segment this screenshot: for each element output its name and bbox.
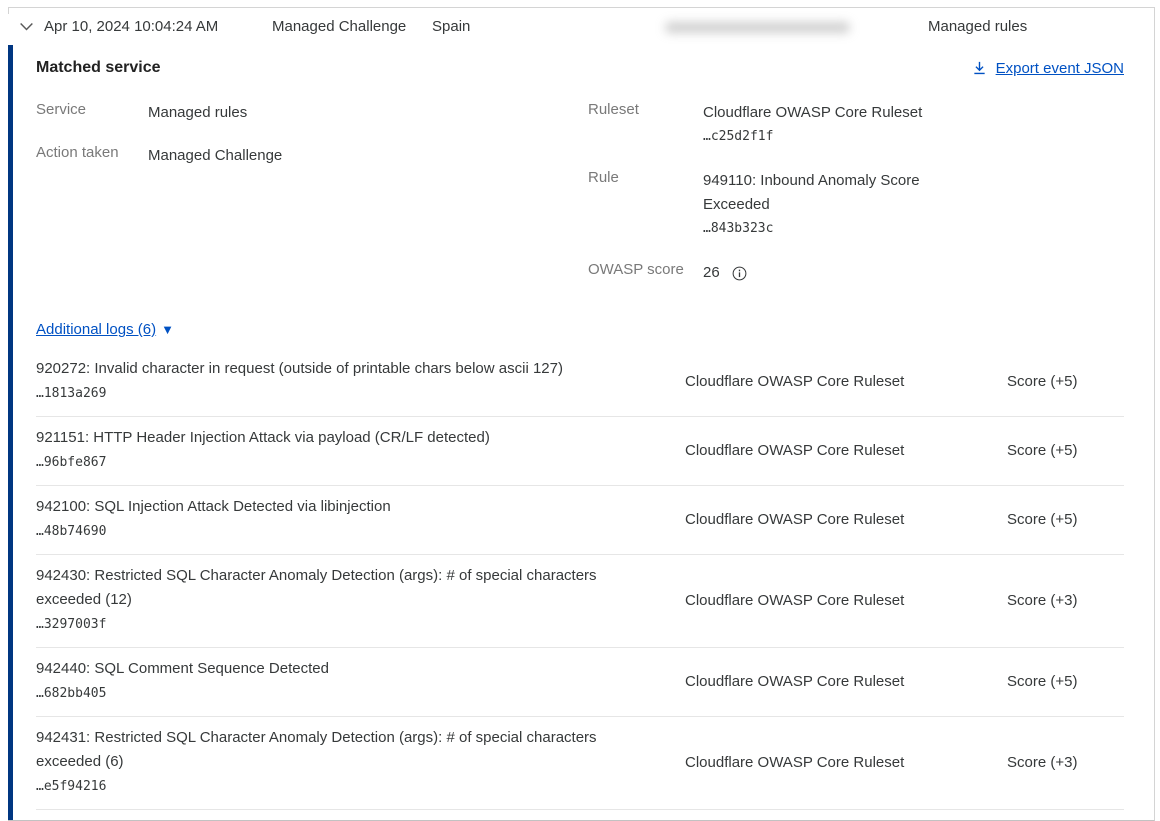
- log-ruleset-name: Cloudflare OWASP Core Ruleset: [685, 673, 905, 690]
- collapse-row-button[interactable]: [8, 18, 44, 35]
- service-field: Service Managed rules: [36, 101, 588, 125]
- log-score: Score (+5): [1007, 673, 1078, 690]
- event-timestamp: Apr 10, 2024 10:04:24 AM: [44, 18, 219, 35]
- chevron-down-icon: [18, 18, 35, 35]
- rule-value: 949110: Inbound Anomaly Score Exceeded: [703, 172, 920, 213]
- ruleset-id-hash: …c25d2f1f: [703, 129, 774, 144]
- info-icon[interactable]: [732, 266, 747, 281]
- rule-label: Rule: [588, 169, 619, 186]
- additional-log-row: 920272: Invalid character in request (ou…: [36, 348, 1124, 417]
- log-rule-description: 942430: Restricted SQL Character Anomaly…: [36, 567, 597, 608]
- additional-logs-label: Additional logs (6): [36, 321, 157, 338]
- export-event-json-link[interactable]: Export event JSON: [972, 60, 1124, 77]
- additional-logs-table: 920272: Invalid character in request (ou…: [36, 348, 1124, 810]
- log-score: Score (+3): [1007, 592, 1078, 609]
- rule-id-hash: …843b323c: [703, 221, 774, 236]
- log-rule-description: 942440: SQL Comment Sequence Detected: [36, 660, 329, 677]
- ruleset-value: Cloudflare OWASP Core Ruleset: [703, 104, 923, 121]
- log-ruleset-name: Cloudflare OWASP Core Ruleset: [685, 592, 905, 609]
- ruleset-field: Ruleset Cloudflare OWASP Core Ruleset …c…: [588, 101, 1124, 149]
- event-detail-panel: Matched service Export event JSON Servic…: [8, 45, 1154, 820]
- log-ruleset-name: Cloudflare OWASP Core Ruleset: [685, 754, 905, 771]
- firewall-event-expanded-row: Apr 10, 2024 10:04:24 AM Managed Challen…: [8, 7, 1155, 821]
- additional-log-row: 942440: SQL Comment Sequence Detected …6…: [36, 648, 1124, 717]
- log-rule-description: 942431: Restricted SQL Character Anomaly…: [36, 729, 597, 770]
- additional-log-row: 942100: SQL Injection Attack Detected vi…: [36, 486, 1124, 555]
- log-rule-id-hash: …1813a269: [36, 386, 107, 401]
- matched-service-title: Matched service: [36, 59, 161, 76]
- log-rule-id-hash: …682bb405: [36, 686, 107, 701]
- additional-log-row: 942430: Restricted SQL Character Anomaly…: [36, 555, 1124, 648]
- action-taken-value: Managed Challenge: [148, 147, 283, 164]
- download-icon: [972, 60, 987, 76]
- event-action: Managed Challenge: [272, 18, 407, 35]
- additional-log-row: 921151: HTTP Header Injection Attack via…: [36, 417, 1124, 486]
- log-rule-description: 942100: SQL Injection Attack Detected vi…: [36, 498, 391, 515]
- export-event-json-label: Export event JSON: [995, 59, 1124, 77]
- rule-field: Rule 949110: Inbound Anomaly Score Excee…: [588, 169, 1124, 241]
- additional-log-row: 942431: Restricted SQL Character Anomaly…: [36, 717, 1124, 810]
- event-service: Managed rules: [928, 18, 1028, 35]
- log-ruleset-name: Cloudflare OWASP Core Ruleset: [685, 511, 905, 528]
- owasp-score-field: OWASP score 26: [588, 261, 1124, 285]
- log-rule-id-hash: …48b74690: [36, 524, 107, 539]
- redacted-text-blur: [665, 22, 850, 33]
- service-value: Managed rules: [148, 104, 248, 121]
- action-taken-label: Action taken: [36, 144, 119, 161]
- owasp-score-label: OWASP score: [588, 261, 684, 278]
- additional-logs-toggle[interactable]: Additional logs (6) ▼: [36, 321, 174, 338]
- log-rule-id-hash: …96bfe867: [36, 455, 107, 470]
- log-ruleset-name: Cloudflare OWASP Core Ruleset: [685, 373, 905, 390]
- owasp-score-value: 26: [703, 264, 720, 281]
- ruleset-label: Ruleset: [588, 101, 639, 118]
- log-score: Score (+5): [1007, 442, 1078, 459]
- log-score: Score (+5): [1007, 373, 1078, 390]
- action-taken-field: Action taken Managed Challenge: [36, 144, 588, 168]
- log-rule-description: 920272: Invalid character in request (ou…: [36, 360, 563, 377]
- triangle-down-icon: ▼: [161, 322, 174, 337]
- log-rule-id-hash: …3297003f: [36, 617, 107, 632]
- event-country: Spain: [432, 18, 471, 35]
- service-label: Service: [36, 101, 87, 118]
- event-summary-row[interactable]: Apr 10, 2024 10:04:24 AM Managed Challen…: [8, 8, 1154, 45]
- log-score: Score (+3): [1007, 754, 1078, 771]
- log-rule-id-hash: …e5f94216: [36, 779, 107, 794]
- previous-row-border-stub: [8, 7, 9, 14]
- log-rule-description: 921151: HTTP Header Injection Attack via…: [36, 429, 490, 446]
- log-ruleset-name: Cloudflare OWASP Core Ruleset: [685, 442, 905, 459]
- log-score: Score (+5): [1007, 511, 1078, 528]
